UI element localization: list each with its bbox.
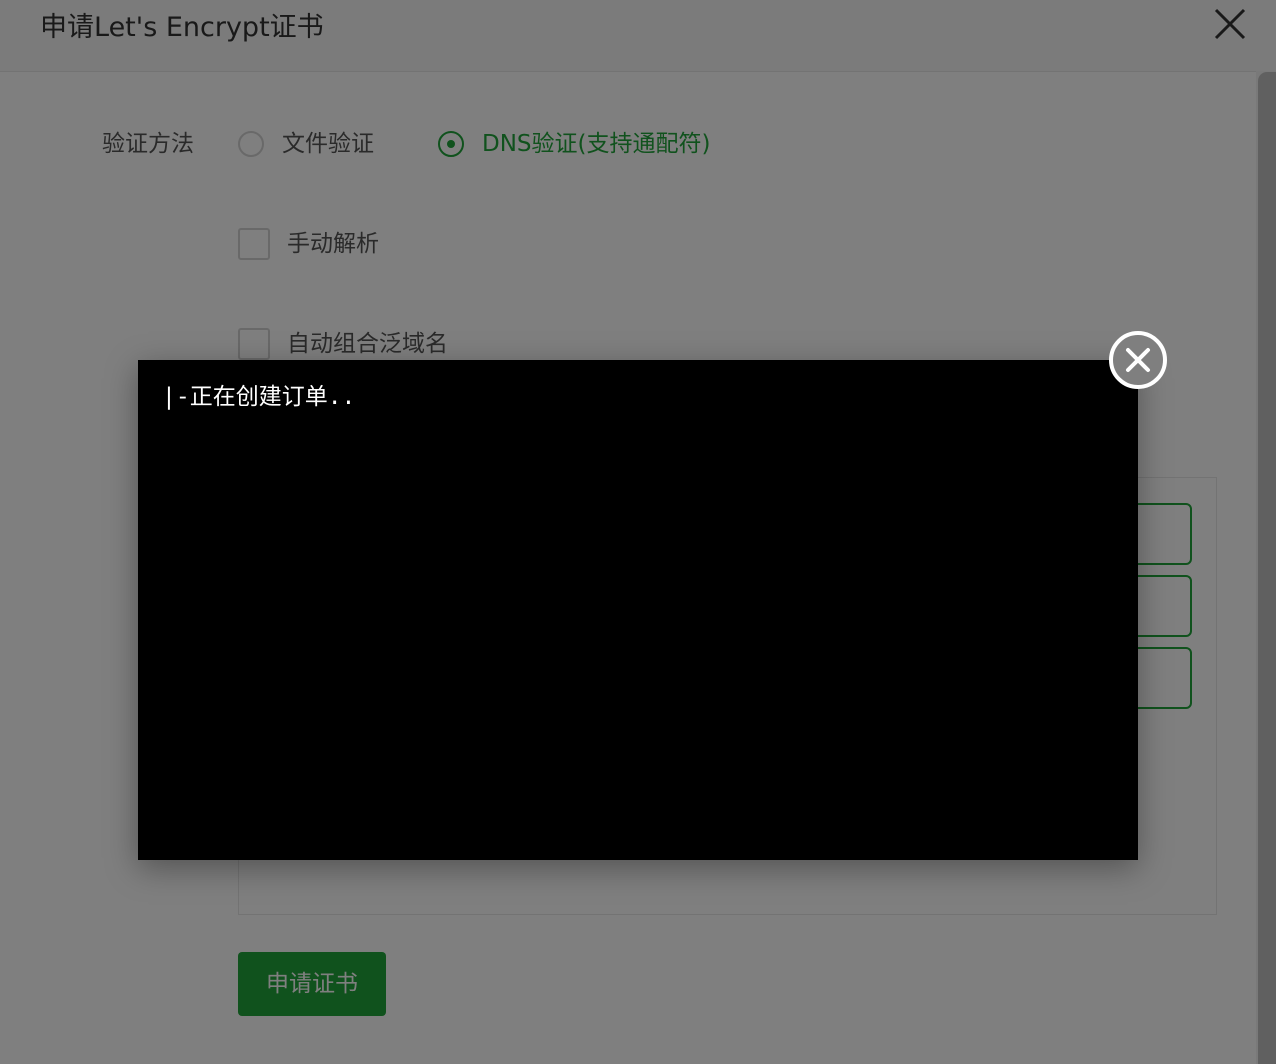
log-console: |-正在创建订单.. [138, 360, 1138, 860]
console-log-line: |-正在创建订单.. [162, 384, 356, 410]
circle-close-icon[interactable] [1108, 330, 1168, 390]
